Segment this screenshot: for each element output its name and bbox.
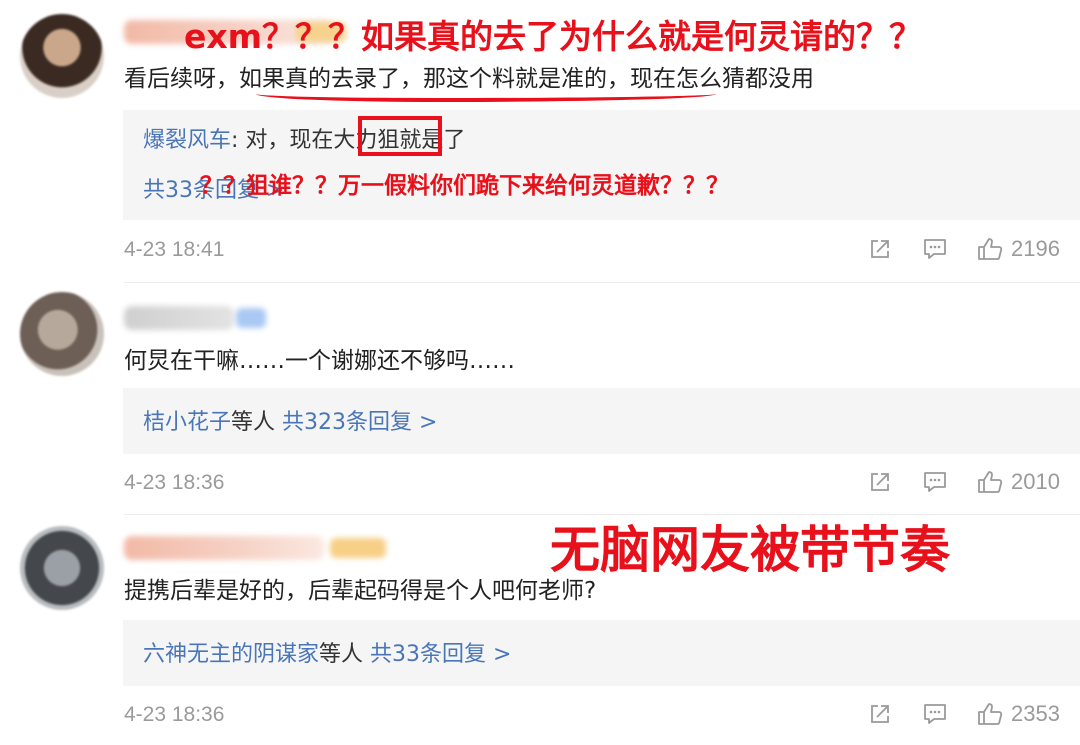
reply-suffix: 等人 xyxy=(231,410,276,435)
annotation-box xyxy=(358,116,442,156)
reply-preview-box[interactable]: 六神无主的阴谋家等人 共33条回复 > xyxy=(123,620,1080,686)
reply-author[interactable]: 爆裂风车 xyxy=(143,128,231,153)
annotation-text-top: exm？？？如果真的去了为什么就是何灵请的？？ xyxy=(184,17,923,56)
annotation-underline xyxy=(256,94,716,102)
comment-text: 何炅在干嘛……一个谢娜还不够吗…… xyxy=(124,348,515,374)
share-icon[interactable] xyxy=(869,238,891,260)
reply-summary: 六神无主的阴谋家等人 共33条回复 > xyxy=(143,636,511,668)
avatar[interactable] xyxy=(20,14,104,98)
reply-count-link[interactable]: 共33条回复 > xyxy=(370,642,511,667)
reply-author[interactable]: 桔小花子 xyxy=(143,410,231,435)
like-count: 2010 xyxy=(1011,469,1060,494)
reply-summary: 桔小花子等人 共323条回复 > xyxy=(143,404,437,436)
comment-icon[interactable] xyxy=(923,703,947,725)
reply-count-link[interactable]: 共323条回复 > xyxy=(282,410,437,435)
comment-text: 提携后辈是好的，后辈起码得是个人吧何老师? xyxy=(124,578,597,604)
comment-time: 4-23 18:36 xyxy=(124,471,225,494)
comment-feed: 看后续呀，如果真的去录了，那这个料就是准的，现在怎么猜都没用 爆裂风车: 对，现… xyxy=(0,0,1080,745)
like-count: 2353 xyxy=(1011,701,1060,726)
avatar[interactable] xyxy=(20,292,104,376)
comment-text: 看后续呀，如果真的去录了，那这个料就是准的，现在怎么猜都没用 xyxy=(124,66,814,92)
thumbs-up-icon[interactable] xyxy=(977,470,1003,494)
username-blurred[interactable] xyxy=(124,536,324,560)
comment-icon[interactable] xyxy=(923,471,947,493)
comment-time: 4-23 18:41 xyxy=(124,238,225,261)
divider xyxy=(124,282,1080,283)
share-icon[interactable] xyxy=(869,703,891,725)
comment-icon[interactable] xyxy=(923,238,947,260)
like-count: 2196 xyxy=(1011,236,1060,261)
username-blurred[interactable] xyxy=(124,306,234,330)
reply-preview-box[interactable]: 爆裂风车: 对，现在大力狙就是了 共33条回复 > xyxy=(123,110,1080,220)
annotation-text-bottom: 无脑网友被带节奏 xyxy=(550,521,950,579)
comment-time: 4-23 18:36 xyxy=(124,703,225,726)
user-badge-blurred xyxy=(236,308,266,328)
comment-actions: 2010 xyxy=(869,469,1060,495)
reply-suffix: 等人 xyxy=(319,642,364,667)
share-icon[interactable] xyxy=(869,471,891,493)
user-badge-blurred xyxy=(330,538,386,558)
reply-author[interactable]: 六神无主的阴谋家 xyxy=(143,642,319,667)
comment-actions: 2353 xyxy=(869,701,1060,727)
comment-actions: 2196 xyxy=(869,236,1060,262)
reply-preview-box[interactable]: 桔小花子等人 共323条回复 > xyxy=(123,388,1080,454)
thumbs-up-icon[interactable] xyxy=(977,702,1003,726)
thumbs-up-icon[interactable] xyxy=(977,237,1003,261)
annotation-text-middle: ？？狙谁？？万一假料你们跪下来给何灵道歉？？？ xyxy=(200,173,729,199)
avatar[interactable] xyxy=(20,526,104,610)
